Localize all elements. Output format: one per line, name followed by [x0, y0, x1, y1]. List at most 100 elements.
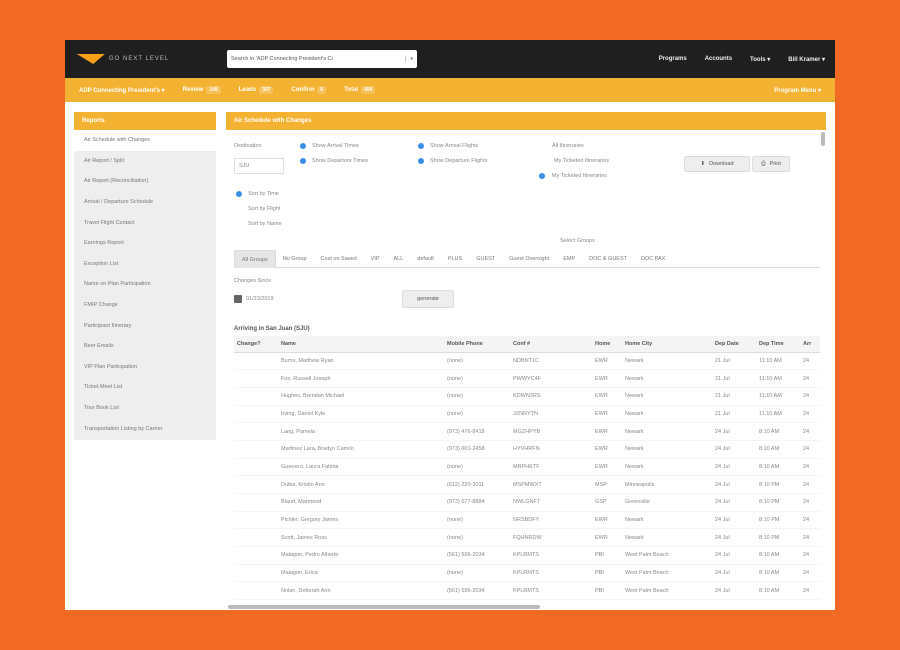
- sidebar-item[interactable]: Transportation Listing by Carrier: [74, 418, 216, 439]
- table-cell: EWR: [592, 352, 622, 371]
- nav-accounts[interactable]: Accounts: [705, 56, 732, 63]
- table-row[interactable]: Guerrero, Laura Fatima (none) MRPHKTF EWR Ne…: [234, 458, 820, 477]
- table-row[interactable]: Burns, Matthew Ryan (none) NDBNT1C EWR Newar…: [234, 352, 820, 371]
- table-cell: Newark: [622, 528, 712, 548]
- table-row[interactable]: Nolan, Deborah Ann (561) 596-2034 KPLRMTS P…: [234, 581, 820, 601]
- review-counter[interactable]: Review 149: [183, 86, 221, 94]
- sidebar-item[interactable]: Air Report (Reconciliation): [74, 171, 216, 192]
- table-row[interactable]: Dutka, Kristin Ann (612) 220-3011 MSPMWXT M…: [234, 475, 820, 494]
- table-row[interactable]: Malagon, Erica (none) KPLRMTS PBI West Palm …: [234, 564, 820, 583]
- column-header[interactable]: Name: [278, 336, 444, 353]
- confirm-counter[interactable]: Confirm 6: [291, 86, 327, 94]
- calendar-icon[interactable]: [234, 295, 242, 303]
- nav-tools[interactable]: Tools ▾: [750, 56, 770, 63]
- radio-departure-flights[interactable]: [418, 158, 424, 164]
- sidebar-item[interactable]: Participant Itinerary: [74, 315, 216, 336]
- chevron-down-icon[interactable]: ▾: [405, 56, 413, 62]
- nav-programs[interactable]: Programs: [659, 56, 687, 63]
- itin-all-label[interactable]: All Itineraries: [552, 143, 584, 149]
- table-cell: Newark: [622, 369, 712, 388]
- column-header[interactable]: Conf #: [510, 336, 592, 353]
- table-cell: HYVHRFN: [510, 440, 592, 459]
- sidebar-item[interactable]: Name on Plan Participation: [74, 274, 216, 295]
- sidebar-title: Reports: [74, 112, 216, 130]
- top-nav-links: Programs Accounts Tools ▾ Bill Kramer ▾: [659, 56, 825, 63]
- program-bar: ADP Connecting President's ▾ Review 149 L…: [65, 78, 835, 102]
- table-cell: [234, 528, 278, 548]
- group-tab[interactable]: All Groups: [234, 250, 276, 268]
- group-tab[interactable]: DOC PAX: [634, 250, 672, 268]
- sidebar-item[interactable]: FMIP Change: [74, 295, 216, 316]
- table-row[interactable]: Lang, Pamela (973) 476-8418 MGZHPYB EWR Newa…: [234, 422, 820, 441]
- table-cell: NDBNT1C: [510, 352, 592, 371]
- table-row[interactable]: Scott, James Ross (none) FQHNRDW EWR Newark 2…: [234, 528, 820, 548]
- flight-table: Change? Name Mobile Phone Conf # Home Home Ci…: [234, 336, 820, 601]
- horizontal-scrollbar[interactable]: [228, 605, 540, 609]
- group-tab[interactable]: VIP: [364, 250, 387, 268]
- table-cell: [234, 405, 278, 424]
- table-cell: West Palm Beach: [622, 546, 712, 565]
- group-tab[interactable]: DOC & GUEST: [582, 250, 634, 268]
- column-header[interactable]: Home: [592, 336, 622, 353]
- column-header[interactable]: Dep Time: [756, 336, 800, 353]
- program-menu[interactable]: Program Menu ▾: [774, 87, 821, 94]
- group-tab[interactable]: default: [410, 250, 441, 268]
- table-row[interactable]: Fox, Russell Joseph (none) PWWYC4F EWR Newar…: [234, 369, 820, 388]
- sidebar-item[interactable]: Beer Emails: [74, 336, 216, 357]
- table-row[interactable]: Malagon, Pedro Alberto (561) 596-2034 KPLR…: [234, 546, 820, 565]
- total-counter[interactable]: Total 456: [344, 86, 376, 94]
- sidebar-item[interactable]: Tour Book List: [74, 398, 216, 419]
- group-tab[interactable]: GUEST: [469, 250, 502, 268]
- logo[interactable]: GO NEXT LEVEL: [73, 54, 225, 64]
- radio-arrival-flights[interactable]: [418, 143, 424, 149]
- table-cell: 11:10 AM: [756, 352, 800, 371]
- sidebar-item[interactable]: Ticket Meet List: [74, 377, 216, 398]
- table-cell: Lang, Pamela: [278, 422, 444, 441]
- nav-user-menu[interactable]: Bill Kramer ▾: [788, 56, 825, 63]
- table-row[interactable]: Hughes, Brendan Michael (none) KDWN3RS EWR N…: [234, 387, 820, 406]
- column-header[interactable]: Change?: [234, 336, 278, 353]
- group-tab[interactable]: No Group: [276, 250, 314, 268]
- sidebar-item[interactable]: VIP Plan Participation: [74, 357, 216, 378]
- sidebar-item[interactable]: Earnings Report: [74, 233, 216, 254]
- radio-ticketed-itineraries[interactable]: [539, 173, 545, 179]
- vertical-scrollbar[interactable]: [821, 132, 825, 146]
- group-tab[interactable]: EMP: [556, 250, 582, 268]
- table-row[interactable]: Bland, Marmond (973) 677-8884 NWLGNFT GSP Gr…: [234, 493, 820, 512]
- table-cell: (none): [444, 528, 510, 548]
- search-box[interactable]: Search in 'ADP Connecting President's Ci…: [227, 50, 417, 68]
- destination-input[interactable]: SJU: [234, 158, 284, 174]
- column-header[interactable]: Mobile Phone: [444, 336, 510, 353]
- group-tab[interactable]: ALL: [387, 250, 411, 268]
- group-tab[interactable]: PLUS: [441, 250, 469, 268]
- itin-my-label[interactable]: My Ticketed Itineraries: [554, 158, 609, 164]
- column-header[interactable]: Dep Date: [712, 336, 756, 353]
- search-input[interactable]: Search in 'ADP Connecting President's Ci: [231, 56, 333, 62]
- column-header[interactable]: Home City: [622, 336, 712, 353]
- sidebar-item[interactable]: Travel Flight Contact: [74, 212, 216, 233]
- radio-arrival-times[interactable]: [300, 143, 306, 149]
- download-button[interactable]: ⬇ Download: [684, 156, 750, 172]
- radio-departure-times[interactable]: [300, 158, 306, 164]
- label-sort-flight[interactable]: Sort by Flight: [248, 206, 280, 212]
- print-button[interactable]: ⎙ Print: [752, 156, 790, 172]
- sidebar-item[interactable]: Air Schedule with Changes: [74, 130, 216, 151]
- sidebar-item[interactable]: Arrival / Departure Schedule: [74, 192, 216, 213]
- generate-button[interactable]: generate: [402, 290, 454, 308]
- column-header[interactable]: Arr: [800, 336, 820, 353]
- table-row[interactable]: Pichler, Gregory James (none) NRSBDFY EWR Ne…: [234, 511, 820, 530]
- group-tab[interactable]: Cost on Saved: [314, 250, 364, 268]
- table-row[interactable]: Irving, Daniel Kyle (none) JZNRYTN EWR Newar…: [234, 405, 820, 424]
- radio-sort-time[interactable]: [236, 191, 242, 197]
- sidebar-item[interactable]: Exception List: [74, 254, 216, 275]
- changes-since-input[interactable]: 01/23/2019: [234, 292, 314, 306]
- leads-counter[interactable]: Leads 307: [239, 86, 274, 94]
- table-row[interactable]: Martinez Lara, Bradyn Camilo (973) 601-24…: [234, 440, 820, 459]
- label-sort-name[interactable]: Sort by Name: [248, 221, 282, 227]
- table-cell: PBI: [592, 564, 622, 583]
- table-cell: (none): [444, 369, 510, 388]
- program-selector[interactable]: ADP Connecting President's ▾: [79, 87, 165, 94]
- table-cell: 8:10 PM: [756, 511, 800, 530]
- sidebar-item[interactable]: Air Report / Split: [74, 151, 216, 172]
- group-tab[interactable]: Guest Overnight: [502, 250, 556, 268]
